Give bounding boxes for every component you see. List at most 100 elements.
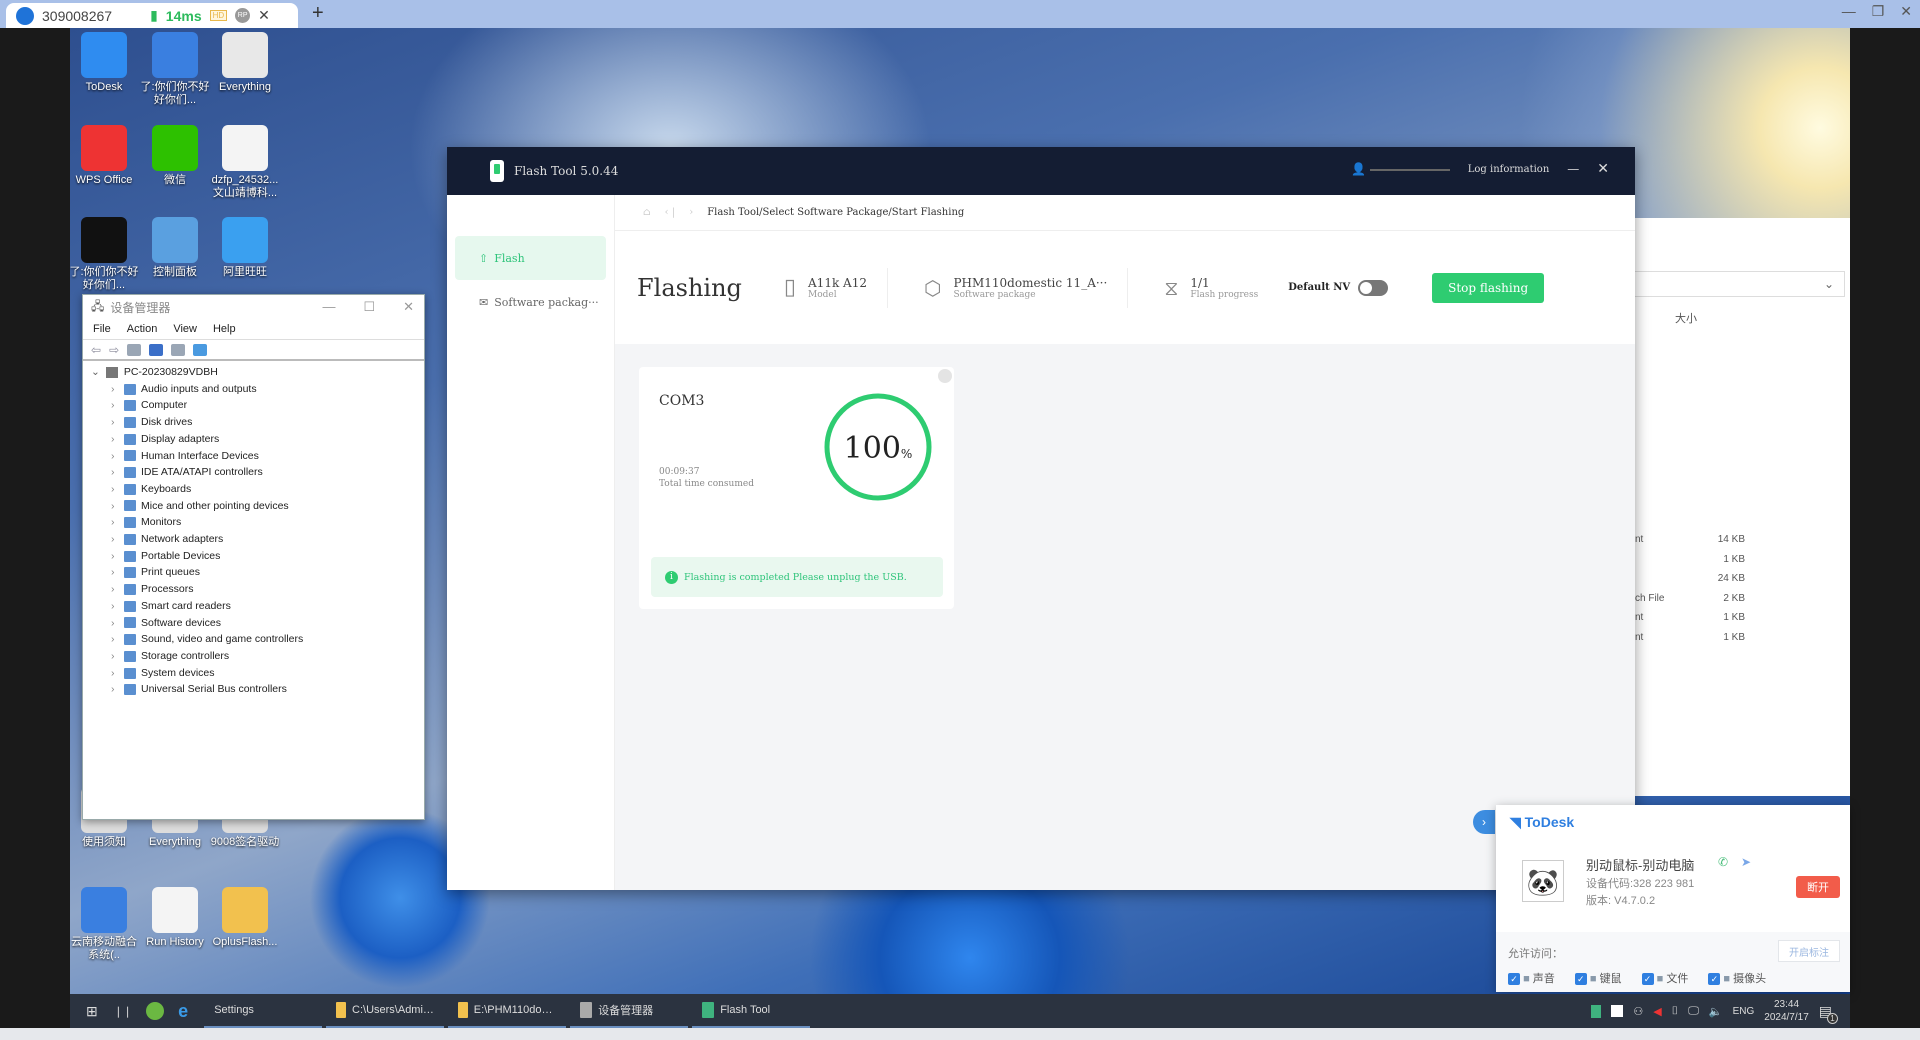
- menu-help[interactable]: Help: [213, 323, 236, 335]
- minimize-icon[interactable]: —: [322, 299, 335, 315]
- permission-camera[interactable]: ✓ ■ 摄像头: [1708, 970, 1766, 986]
- chevron-right-icon[interactable]: ›: [111, 498, 119, 515]
- taskbar-item[interactable]: Flash Tool: [692, 994, 811, 1028]
- tree-node[interactable]: › Keyboards: [91, 481, 424, 498]
- close-icon[interactable]: ✕: [1900, 3, 1912, 20]
- chevron-right-icon[interactable]: ›: [111, 514, 119, 531]
- home-icon[interactable]: ⌂: [643, 207, 651, 218]
- annotate-button[interactable]: 开启标注: [1778, 940, 1840, 962]
- tree-node[interactable]: › Smart card readers: [91, 598, 424, 615]
- tree-node[interactable]: › Sound, video and game controllers: [91, 631, 424, 648]
- close-icon[interactable]: ✕: [403, 299, 414, 315]
- close-tab-icon[interactable]: ✕: [258, 7, 270, 24]
- file-row[interactable]: ch File 2 KB: [1635, 593, 1745, 604]
- permission-speaker[interactable]: ✓ ■ 声音: [1508, 970, 1555, 986]
- task-view-icon[interactable]: ❘❘: [114, 1005, 132, 1018]
- desktop-icon[interactable]: 微信: [137, 125, 213, 187]
- chevron-right-icon[interactable]: ›: [111, 581, 119, 598]
- tree-node[interactable]: › Computer: [91, 397, 424, 414]
- chevron-right-icon[interactable]: ›: [111, 548, 119, 565]
- card-close-icon[interactable]: [938, 369, 952, 383]
- desktop-icon[interactable]: WPS Office: [70, 125, 142, 187]
- tree-node[interactable]: › Universal Serial Bus controllers: [91, 681, 424, 698]
- file-row[interactable]: nt 1 KB: [1635, 632, 1745, 643]
- tree-node[interactable]: › Audio inputs and outputs: [91, 381, 424, 398]
- todesk-tray-icon[interactable]: [1611, 1005, 1624, 1017]
- hd-badge[interactable]: HD: [209, 10, 228, 21]
- user-icon[interactable]: 👤: [1351, 162, 1450, 176]
- browser-360-icon[interactable]: [146, 1002, 165, 1020]
- tree-root[interactable]: ⌄ PC-20230829VDBH: [91, 364, 424, 381]
- tree-node[interactable]: › Portable Devices: [91, 548, 424, 565]
- notification-icon[interactable]: ▤ 1: [1819, 1003, 1838, 1024]
- tree-node[interactable]: › Processors: [91, 581, 424, 598]
- chevron-right-icon[interactable]: ›: [111, 397, 119, 414]
- chevron-right-icon[interactable]: ›: [111, 431, 119, 448]
- minimize-icon[interactable]: —: [1842, 3, 1856, 20]
- taskbar-item[interactable]: Settings: [204, 994, 323, 1028]
- chevron-right-icon[interactable]: ›: [111, 381, 119, 398]
- desktop-icon[interactable]: 阿里旺旺: [207, 217, 283, 279]
- default-nv-toggle[interactable]: [1358, 279, 1389, 296]
- address-bar[interactable]: ⌄: [1635, 271, 1845, 297]
- file-row[interactable]: nt 14 KB: [1635, 534, 1745, 545]
- desktop-icon[interactable]: Everything: [207, 32, 283, 94]
- close-icon[interactable]: ✕: [1597, 161, 1609, 177]
- tree-node[interactable]: › Storage controllers: [91, 648, 424, 665]
- tree-node[interactable]: › Network adapters: [91, 531, 424, 548]
- back-icon[interactable]: ⇦: [91, 343, 101, 357]
- sidebar-item-flash[interactable]: ⇧ Flash: [455, 236, 606, 280]
- network-icon[interactable]: 🖵: [1688, 1005, 1699, 1018]
- tree-node[interactable]: › Monitors: [91, 514, 424, 531]
- rp-badge[interactable]: RP: [235, 8, 251, 23]
- cursor-icon[interactable]: ➤: [1741, 855, 1751, 869]
- ie-icon[interactable]: e: [178, 1001, 188, 1022]
- chevron-right-icon[interactable]: ›: [111, 665, 119, 682]
- desktop-icon[interactable]: ToDesk: [70, 32, 142, 94]
- todesk-collapse-button[interactable]: ›: [1473, 810, 1495, 834]
- desktop-icon[interactable]: 了:你们你不好好你们...: [70, 217, 142, 292]
- tree-node[interactable]: › System devices: [91, 665, 424, 682]
- red-tray-icon[interactable]: ◀: [1653, 1005, 1661, 1018]
- menu-action[interactable]: Action: [127, 323, 158, 335]
- checkbox[interactable]: ✓: [1574, 973, 1587, 986]
- desktop-icon[interactable]: 了:你们你不好好你们...: [137, 32, 213, 107]
- forward-icon[interactable]: ›: [689, 207, 693, 218]
- chevron-right-icon[interactable]: ›: [111, 631, 119, 648]
- chevron-right-icon[interactable]: ›: [111, 598, 119, 615]
- chevron-right-icon[interactable]: ›: [111, 464, 119, 481]
- checkbox[interactable]: ✓: [1641, 973, 1654, 986]
- tree-node[interactable]: › IDE ATA/ATAPI controllers: [91, 464, 424, 481]
- chevron-right-icon[interactable]: ›: [111, 414, 119, 431]
- desktop-icon[interactable]: 云南移动融合系统(..: [70, 887, 142, 962]
- disconnect-button[interactable]: 断开: [1796, 876, 1840, 898]
- language-indicator[interactable]: ENG: [1733, 1006, 1755, 1017]
- update-driver-icon[interactable]: [171, 343, 186, 356]
- chevron-right-icon[interactable]: ›: [111, 531, 119, 548]
- chevron-right-icon[interactable]: ›: [111, 615, 119, 632]
- desktop-icon[interactable]: dzfp_24532... 文山靖博科...: [207, 125, 283, 200]
- tree-node[interactable]: › Display adapters: [91, 431, 424, 448]
- tree-node[interactable]: › Mice and other pointing devices: [91, 498, 424, 515]
- permission-folder[interactable]: ✓ ■ 文件: [1641, 970, 1688, 986]
- checkbox[interactable]: ✓: [1708, 973, 1721, 986]
- taskbar-item[interactable]: C:\Users\Administr...: [326, 994, 445, 1028]
- tree-node[interactable]: › Software devices: [91, 615, 424, 632]
- phone-call-icon[interactable]: ✆: [1718, 855, 1728, 869]
- tree-node[interactable]: › Print queues: [91, 564, 424, 581]
- menu-file[interactable]: File: [93, 323, 111, 335]
- chevron-right-icon[interactable]: ›: [111, 448, 119, 465]
- network-tray-icon[interactable]: ⚇: [1633, 1005, 1643, 1018]
- permission-keyboard-mouse[interactable]: ✓ ■ 键鼠: [1574, 970, 1622, 986]
- start-icon[interactable]: ⊞: [86, 1003, 98, 1020]
- desktop-icon[interactable]: 控制面板: [137, 217, 213, 279]
- desktop-icon[interactable]: OplusFlash...: [207, 887, 283, 949]
- sidebar-item-software-package[interactable]: ✉ Software packag···: [455, 280, 606, 324]
- desktop-icon[interactable]: Run History: [137, 887, 213, 949]
- chevron-right-icon[interactable]: ›: [111, 648, 119, 665]
- forward-icon[interactable]: ⇨: [109, 343, 119, 357]
- flash-tool-tray-icon[interactable]: [1591, 1004, 1602, 1018]
- help-icon[interactable]: [149, 343, 164, 356]
- remote-session-tab[interactable]: 309008267 ▮ 14ms HD RP ✕: [6, 3, 298, 28]
- tree-node[interactable]: › Disk drives: [91, 414, 424, 431]
